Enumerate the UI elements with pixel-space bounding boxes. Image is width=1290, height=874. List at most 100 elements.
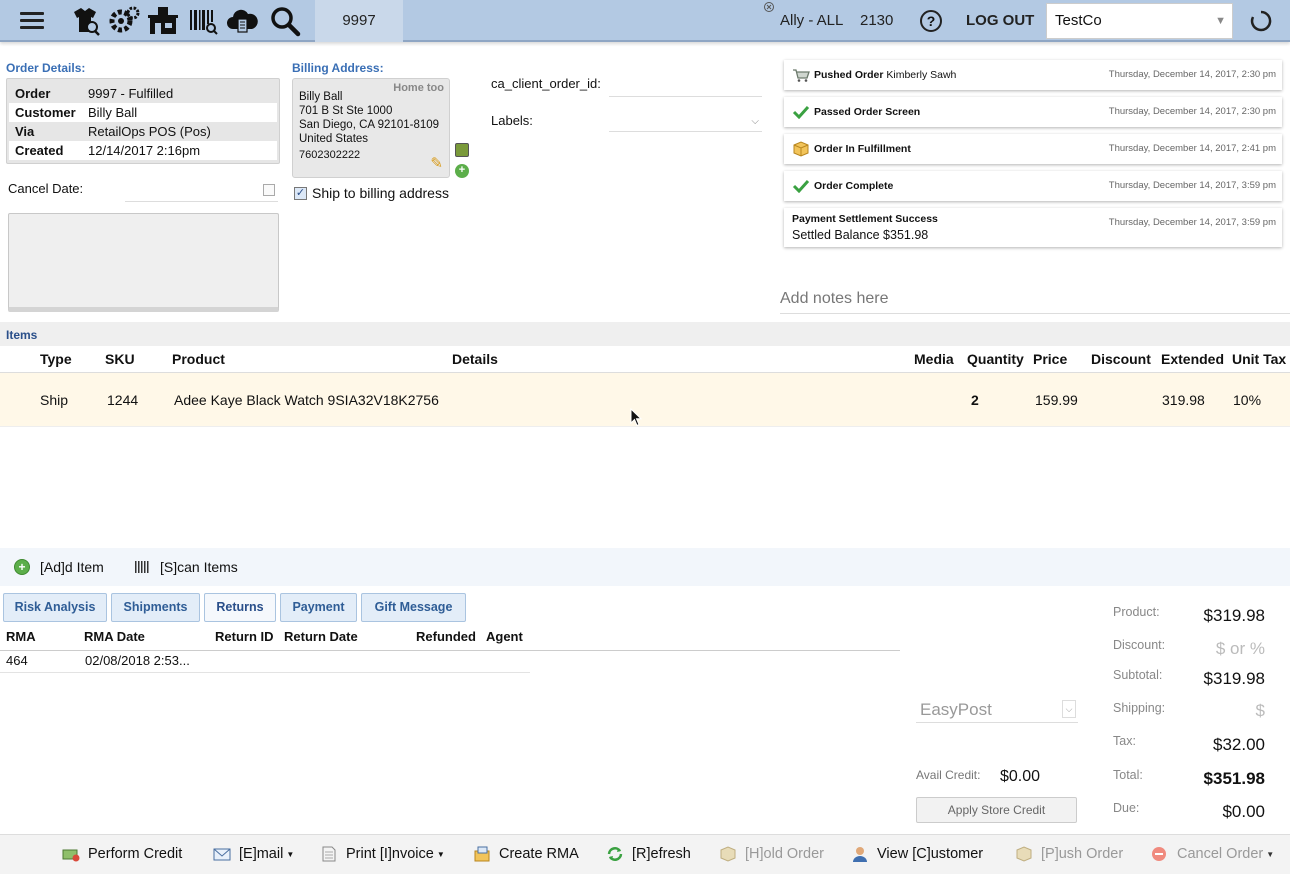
tab-returns[interactable]: Returns [204,593,276,622]
cloud-report-icon[interactable] [225,4,259,38]
push-order-label: [P]ush Order [1041,846,1124,862]
col-price[interactable]: Price [1033,351,1067,367]
add-address-icon[interactable]: + [455,164,469,178]
hold-order-button[interactable]: [H]old Order [719,846,824,862]
col-sku[interactable]: SKU [105,351,135,367]
create-rma-button[interactable]: Create RMA [473,846,579,862]
push-box-icon [1016,846,1032,862]
col-quantity[interactable]: Quantity [967,351,1024,367]
timeline-event: Order Complete Thursday, December 14, 20… [784,171,1282,201]
item-sku: 1244 [107,392,139,408]
address-book-icon[interactable] [455,143,469,157]
hamburger-menu-icon[interactable] [20,12,44,30]
view-customer-button[interactable]: View [C]ustomer [851,846,983,862]
cancel-date-input[interactable] [125,182,278,202]
details-key: Via [15,124,35,139]
tab-shipments[interactable]: Shipments [111,593,200,622]
warehouse-icon[interactable] [146,4,180,38]
settings-gears-icon[interactable] [107,4,141,38]
help-icon[interactable]: ? [920,10,942,32]
avail-credit-label: Avail Credit: [916,768,981,782]
total-label: Total: [1113,768,1143,782]
col-return-date[interactable]: Return Date [284,629,358,644]
pencil-edit-icon[interactable]: ✎ [430,156,443,171]
col-details[interactable]: Details [452,351,498,367]
item-actions-bar: + [Ad]d Item [S]can Items [0,548,1290,586]
email-button[interactable]: [E]mail ▼ [213,846,294,862]
timeline-event: Payment Settlement Success Settled Balan… [784,208,1282,247]
details-value: Billy Ball [88,105,138,120]
item-product: Adee Kaye Black Watch 9SIA32V18K2756 [174,392,439,408]
apply-store-credit-button[interactable]: Apply Store Credit [916,797,1077,823]
ship-to-billing-checkbox[interactable]: ✓ Ship to billing address [294,185,449,201]
labels-select[interactable]: ⌵ [609,112,762,132]
logout-button[interactable]: LOG OUT [966,12,1034,29]
document-icon [322,846,336,862]
col-agent[interactable]: Agent [486,629,523,644]
item-quantity[interactable]: 2 [971,392,979,408]
items-heading: Items [0,322,1290,346]
tax-label: Tax: [1113,734,1136,748]
scan-items-label: [S]can Items [160,559,238,575]
close-circle-icon[interactable] [763,1,775,13]
col-unit-tax[interactable]: Unit Tax [1232,351,1286,367]
tab-risk-analysis[interactable]: Risk Analysis [3,593,107,622]
order-notes-textarea[interactable] [8,213,279,312]
barcode-scan-icon[interactable] [186,4,220,38]
timeline-date: Thursday, December 14, 2017, 3:59 pm [1108,180,1276,191]
timeline-date: Thursday, December 14, 2017, 2:30 pm [1108,106,1276,117]
tab-payment[interactable]: Payment [280,593,357,622]
col-rma-date[interactable]: RMA Date [84,629,145,644]
cancel-order-button[interactable]: Cancel Order ▼ [1151,846,1274,862]
add-item-button[interactable]: + [Ad]d Item [14,559,104,575]
client-order-id-input[interactable] [609,77,762,97]
hold-order-label: [H]old Order [745,846,824,862]
shipping-input[interactable]: $ [1256,701,1265,721]
checkbox-checked-icon[interactable]: ✓ [294,186,307,200]
chevron-down-icon: ▼ [1215,15,1226,27]
tab-gift-message[interactable]: Gift Message [361,593,466,622]
print-invoice-button[interactable]: Print [I]nvoice ▼ [320,846,445,862]
billing-address-card[interactable]: Home too Billy Ball 701 B St Ste 1000 Sa… [292,78,450,178]
discount-input[interactable]: $ or % [1216,639,1265,659]
table-row[interactable]: Ship 1244 Adee Kaye Black Watch 9SIA32V1… [0,373,1290,427]
print-invoice-label: Print [I]nvoice [346,846,434,862]
carrier-select[interactable]: EasyPost ⌵ [916,697,1078,723]
refresh-button[interactable]: [R]efresh [606,846,691,862]
loading-spinner-icon[interactable] [1250,10,1272,32]
col-product[interactable]: Product [172,351,225,367]
add-notes-input[interactable]: Add notes here [780,290,1290,314]
due-label: Due: [1113,801,1140,815]
col-type[interactable]: Type [40,351,72,367]
search-icon[interactable] [268,4,302,38]
divider [0,672,530,673]
perform-credit-button[interactable]: Perform Credit [62,846,182,862]
rma-date: 02/08/2018 2:53... [85,653,190,668]
scan-items-button[interactable]: [S]can Items [135,559,238,575]
company-select[interactable]: TestCo ▼ [1046,3,1233,39]
details-value: 9997 - Fulfilled [88,86,174,101]
item-price[interactable]: 159.99 [1035,392,1078,408]
col-media[interactable]: Media [914,351,954,367]
col-discount[interactable]: Discount [1091,351,1151,367]
push-order-button[interactable]: [P]ush Order [1015,846,1123,862]
col-refunded[interactable]: Refunded [416,629,476,644]
mouse-cursor-icon [630,408,642,427]
total-value: $351.98 [1203,769,1265,788]
cancel-order-label: Cancel Order [1177,846,1264,862]
calendar-icon[interactable] [263,184,275,196]
col-extended[interactable]: Extended [1161,351,1224,367]
order-number-search[interactable]: 9997 [315,0,403,42]
subtotal-value: $319.98 [1203,669,1265,688]
catalog-search-icon[interactable] [68,4,102,38]
col-rma[interactable]: RMA [6,629,36,644]
timeline-event: Pushed Order Kimberly Sawh Thursday, Dec… [784,60,1282,90]
rma-number[interactable]: 464 [6,653,28,668]
labels-label: Labels: [491,113,533,128]
billing-address-heading: Billing Address: [292,61,384,75]
product-total-label: Product: [1113,605,1160,619]
details-row: Via RetailOps POS (Pos) [9,122,277,141]
col-return-id[interactable]: Return ID [215,629,274,644]
address-phone: 7602302222 [299,149,361,161]
details-row: Customer Billy Ball [9,103,277,122]
